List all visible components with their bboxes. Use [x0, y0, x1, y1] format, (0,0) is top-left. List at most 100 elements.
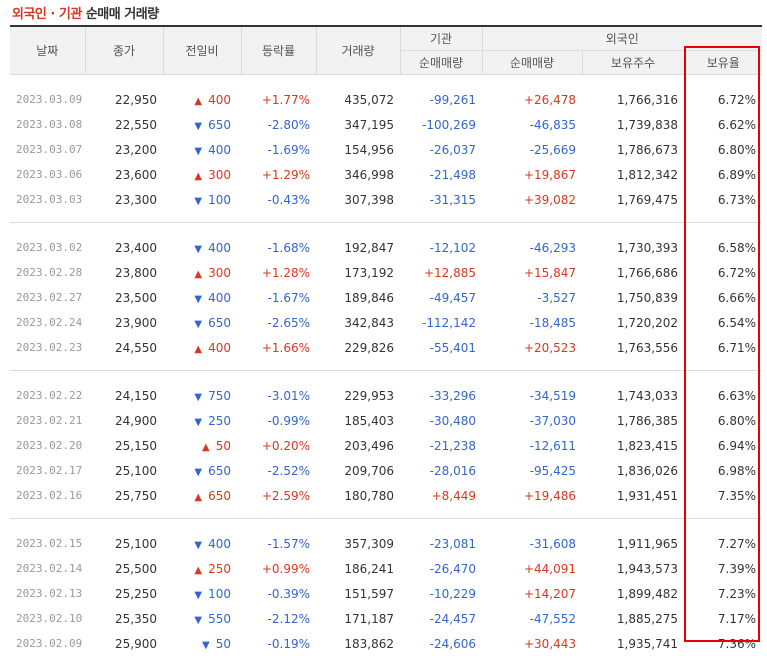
- foreign-holdings-cell: 1,931,451: [582, 483, 684, 508]
- table-row: 2023.03.0623,600▲300+1.29%346,998-21,498…: [10, 162, 762, 187]
- foreign-holdings-cell: 1,935,741: [582, 631, 684, 656]
- rate-cell: -2.52%: [241, 458, 316, 483]
- change-cell: ▲300: [163, 162, 241, 187]
- date-cell: 2023.02.14: [10, 556, 85, 581]
- close-cell: 25,900: [85, 631, 163, 656]
- down-triangle-icon: ▼: [194, 196, 202, 207]
- up-triangle-icon: ▲: [194, 96, 202, 107]
- volume-cell: 229,953: [316, 383, 400, 408]
- change-value: 50: [216, 439, 231, 453]
- change-cell: ▼400: [163, 531, 241, 556]
- change-cell: ▼400: [163, 285, 241, 310]
- change-cell: ▼650: [163, 310, 241, 335]
- institution-net-cell: -100,269: [400, 112, 482, 137]
- group-divider: [10, 212, 762, 223]
- foreign-net-cell: -95,425: [482, 458, 582, 483]
- group-divider: [10, 360, 762, 371]
- change-cell: ▼400: [163, 137, 241, 162]
- date-cell: 2023.02.20: [10, 433, 85, 458]
- table-row: 2023.02.1525,100▼400-1.57%357,309-23,081…: [10, 531, 762, 556]
- down-triangle-icon: ▼: [194, 244, 202, 255]
- table-row: 2023.03.0723,200▼400-1.69%154,956-26,037…: [10, 137, 762, 162]
- header-volume: 거래량: [316, 27, 400, 75]
- foreign-holdings-cell: 1,885,275: [582, 606, 684, 631]
- down-triangle-icon: ▼: [194, 467, 202, 478]
- close-cell: 25,100: [85, 458, 163, 483]
- date-cell: 2023.02.27: [10, 285, 85, 310]
- foreign-holdings-cell: 1,739,838: [582, 112, 684, 137]
- rate-cell: -3.01%: [241, 383, 316, 408]
- spacer-cell: [10, 371, 762, 384]
- change-value: 400: [208, 291, 231, 305]
- up-triangle-icon: ▲: [194, 171, 202, 182]
- close-cell: 25,100: [85, 531, 163, 556]
- rate-cell: +1.77%: [241, 87, 316, 112]
- change-value: 50: [216, 637, 231, 651]
- date-cell: 2023.02.16: [10, 483, 85, 508]
- table-row: 2023.02.1625,750▲650+2.59%180,780+8,449+…: [10, 483, 762, 508]
- date-cell: 2023.03.09: [10, 87, 85, 112]
- date-cell: 2023.02.15: [10, 531, 85, 556]
- date-cell: 2023.02.17: [10, 458, 85, 483]
- change-cell: ▼400: [163, 235, 241, 260]
- volume-cell: 209,706: [316, 458, 400, 483]
- date-cell: 2023.02.21: [10, 408, 85, 433]
- close-cell: 23,900: [85, 310, 163, 335]
- institution-net-cell: -28,016: [400, 458, 482, 483]
- volume-cell: 346,998: [316, 162, 400, 187]
- volume-cell: 347,195: [316, 112, 400, 137]
- close-cell: 25,500: [85, 556, 163, 581]
- rate-cell: -1.67%: [241, 285, 316, 310]
- change-cell: ▲300: [163, 260, 241, 285]
- volume-cell: 357,309: [316, 531, 400, 556]
- foreign-holdings-cell: 1,911,965: [582, 531, 684, 556]
- close-cell: 23,600: [85, 162, 163, 187]
- institution-net-cell: -112,142: [400, 310, 482, 335]
- rate-cell: -1.69%: [241, 137, 316, 162]
- foreign-net-cell: -46,835: [482, 112, 582, 137]
- change-cell: ▼650: [163, 112, 241, 137]
- institution-net-cell: -24,606: [400, 631, 482, 656]
- table-row: 2023.02.1725,100 ▼ 650 -2.52%209,706-28,016…: [10, 458, 762, 483]
- table-row: 2023.02.2025,150▲50+0.20%203,496-21,238-…: [10, 433, 762, 458]
- table-body: 2023.03.0922,950▲400+1.77%435,072-99,261…: [10, 75, 762, 656]
- header-foreign-holdings: 보유주수: [582, 51, 684, 75]
- rate-cell: +1.29%: [241, 162, 316, 187]
- header-close: 종가: [85, 27, 163, 75]
- table-row: 2023.03.0822,550▼650-2.80%347,195-100,26…: [10, 112, 762, 137]
- close-cell: 24,900: [85, 408, 163, 433]
- volume-cell: 173,192: [316, 260, 400, 285]
- table-row: 2023.02.0925,900▼50-0.19%183,862-24,606+…: [10, 631, 762, 656]
- institution-net-cell: -24,457: [400, 606, 482, 631]
- rate-cell: +2.59%: [241, 483, 316, 508]
- foreign-net-cell: +19,867: [482, 162, 582, 187]
- volume-cell: 154,956: [316, 137, 400, 162]
- change-cell: ▲250: [163, 556, 241, 581]
- date-cell: 2023.03.02: [10, 235, 85, 260]
- volume-cell: 189,846: [316, 285, 400, 310]
- table-row: 2023.02.2224,150▼750-3.01%229,953-33,296…: [10, 383, 762, 408]
- foreign-net-cell: +20,523: [482, 335, 582, 360]
- foreign-net-cell: -12,611: [482, 433, 582, 458]
- change-value: 750: [208, 389, 231, 403]
- date-cell: 2023.03.03: [10, 187, 85, 212]
- change-cell: ▲650: [163, 483, 241, 508]
- institution-net-cell: -21,498: [400, 162, 482, 187]
- section-title: 외국인 · 기관 순매매 거래량: [12, 3, 159, 22]
- foreign-holdings-cell: 1,763,556: [582, 335, 684, 360]
- table-row: 2023.02.2423,900▼650-2.65%342,843-112,14…: [10, 310, 762, 335]
- foreign-holdings-cell: 1,899,482: [582, 581, 684, 606]
- change-value: 400: [208, 93, 231, 107]
- down-triangle-icon: ▼: [194, 590, 202, 601]
- volume-cell: 203,496: [316, 433, 400, 458]
- foreign-holdings-cell: 1,720,202: [582, 310, 684, 335]
- spacer-cell: [10, 223, 762, 236]
- close-cell: 23,200: [85, 137, 163, 162]
- change-value: 650: [208, 464, 231, 478]
- foreign-holdings-cell: 1,836,026: [582, 458, 684, 483]
- institution-net-cell: -49,457: [400, 285, 482, 310]
- header-change: 전일비: [163, 27, 241, 75]
- change-cell: ▼550: [163, 606, 241, 631]
- foreign-holdings-cell: 1,943,573: [582, 556, 684, 581]
- foreign-holdings-cell: 1,730,393: [582, 235, 684, 260]
